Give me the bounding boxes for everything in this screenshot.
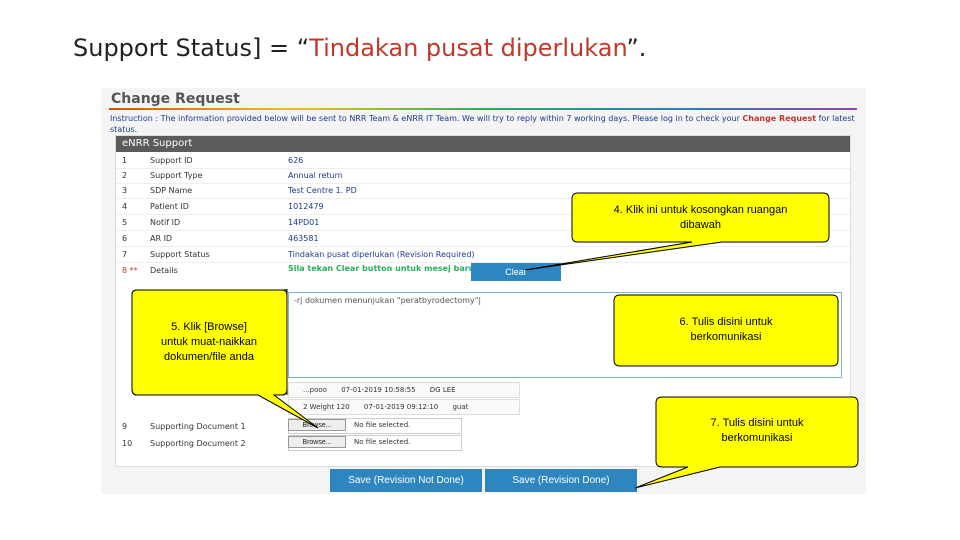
row-support-type: 2 Support Type Annual return [116,168,850,184]
row-label: Supporting Document 1 [150,422,246,431]
callout-6: 6. Tulis disini untuk berkomunikasi [620,315,832,345]
row-label: Notif ID [150,218,181,227]
callout-line: dokumen/file anda [164,351,254,363]
callout-line: untuk muat-naikkan [161,336,257,348]
title-highlight: Tindakan pusat diperlukan [309,34,627,62]
form-heading: Change Request [111,91,240,107]
title-suffix: ”. [626,34,647,62]
instruction-text: Instruction : The information provided b… [110,113,856,135]
row-value: 626 [288,156,304,165]
clear-hint: Sila tekan Clear button untuk mesej baru… [288,264,478,273]
row-value: 463581 [288,234,319,243]
row-number: 10 [122,439,133,448]
row-number: 3 [122,186,128,195]
callout-line: dibawah [680,219,721,231]
row-number: 5 [122,218,128,227]
history-row: ...pooo 07-01-2019 10:58:55 DG LEE [288,382,520,398]
save-revision-done-button[interactable]: Save (Revision Done) [485,469,637,492]
heading-rule [109,108,857,110]
row-label: Support Type [150,171,203,180]
save-revision-not-done-button[interactable]: Save (Revision Not Done) [330,469,482,492]
callout-line: 7. Tulis disini untuk [710,417,804,429]
row-number: 2 [122,171,128,180]
clear-button[interactable]: Clear [471,263,561,281]
row-sdp-name: 3 SDP Name Test Centre 1. PD [116,183,850,199]
title-prefix: Support Status] = “ [73,34,310,62]
callout-line: berkomunikasi [690,331,762,343]
callout-line: 4. Klik ini untuk kosongkan ruangan [613,204,788,216]
row-support-id: 1 Support ID 626 [116,153,850,169]
row-support-status: 7 Support Status Tindakan pusat diperluk… [116,247,850,263]
row-ar-id: 6 AR ID 463581 [116,231,850,247]
history-date: 07-01-2019 10:58:55 [341,386,416,394]
row-value: Annual return [288,171,343,180]
callout-5: 5. Klik [Browse] untuk muat-naikkan doku… [138,320,280,365]
history-entry: 2 Weight 120 [303,403,350,411]
row-label: AR ID [150,234,173,243]
callout-line: 5. Klik [Browse] [171,321,247,333]
instruction-part-a: Instruction : The information provided b… [110,114,720,123]
row-value: 1012479 [288,202,324,211]
row-label: Support ID [150,156,193,165]
row-value: Tindakan pusat diperlukan (Revision Requ… [288,250,475,259]
history-entry: ...pooo [303,386,327,394]
row-number: 7 [122,250,128,259]
row-number: 8 ** [122,266,138,275]
change-request-link[interactable]: Change Request [742,114,816,123]
row-number: 4 [122,202,128,211]
callout-line: berkomunikasi [721,432,793,444]
browse-button-1[interactable]: Browse... [288,419,346,431]
row-number: 9 [122,422,128,431]
no-file-text-2: No file selected. [354,438,411,446]
browse-button-2[interactable]: Browse... [288,436,346,448]
row-value: 14PD01 [288,218,320,227]
row-number: 6 [122,234,128,243]
history-user: guat [452,403,469,411]
row-label: Patient ID [150,202,189,211]
row-value: Test Centre 1. PD [288,186,357,195]
message-history: ...pooo 07-01-2019 10:58:55 DG LEE 2 Wei… [288,382,520,415]
row-label: Supporting Document 2 [150,439,246,448]
row-number: 1 [122,156,128,165]
history-row: 2 Weight 120 07-01-2019 09:12:10 guat [288,399,520,415]
row-label: SDP Name [150,186,193,195]
callout-7: 7. Tulis disini untuk berkomunikasi [662,416,852,446]
history-user: DG LEE [429,386,456,394]
row-label: Details [150,266,178,275]
instruction-part-b: your [721,114,740,123]
row-label: Support Status [150,250,210,259]
history-date: 07-01-2019 09:12:10 [363,403,439,411]
no-file-text-1: No file selected. [354,421,411,429]
callout-4: 4. Klik ini untuk kosongkan ruangan diba… [580,203,821,233]
slide-title: Support Status] = “Tindakan pusat diperl… [73,34,646,62]
callout-line: 6. Tulis disini untuk [679,316,773,328]
panel-title: eNRR Support [116,136,850,152]
